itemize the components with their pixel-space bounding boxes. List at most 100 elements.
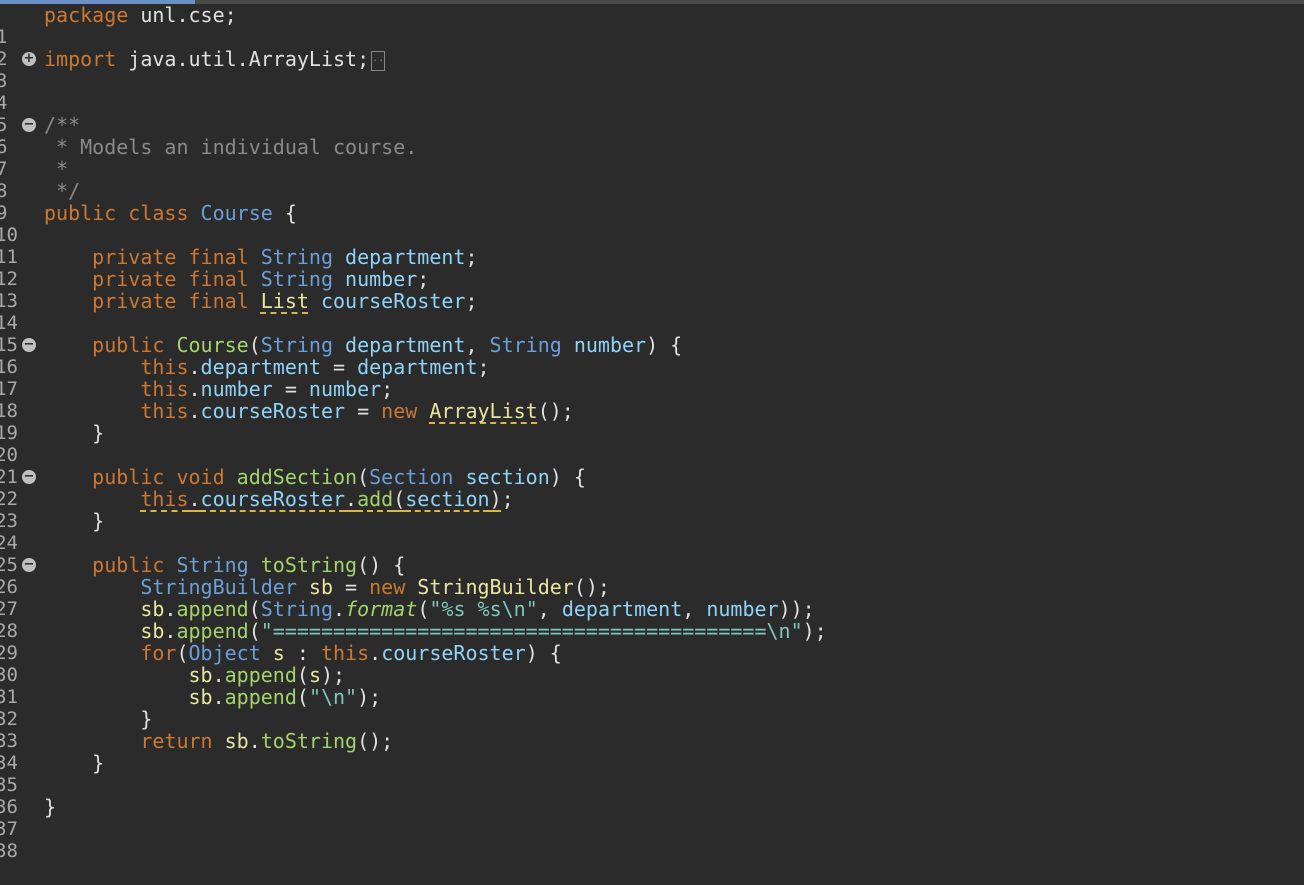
- code-line-8[interactable]: 8 *: [0, 157, 1304, 202]
- code-text: ;: [477, 355, 490, 379]
- collapse-fold-icon[interactable]: −: [22, 118, 36, 132]
- code-line-4[interactable]: 4: [0, 70, 1304, 114]
- code-text: {: [272, 201, 297, 225]
- field-token: courseRoster: [200, 487, 346, 511]
- keyword-token: private final: [44, 289, 261, 313]
- class-name-token: Course: [200, 201, 273, 225]
- code-line-21[interactable]: 21: [0, 444, 1304, 488]
- keyword-token: private final: [44, 245, 261, 269]
- code-line-38[interactable]: 38: [0, 818, 1304, 862]
- code-line-15[interactable]: 15: [0, 312, 1304, 356]
- code-text: .: [212, 685, 225, 709]
- field-token: courseRoster: [381, 641, 526, 665]
- code-text: (: [357, 465, 370, 489]
- code-line-20[interactable]: 20 }: [0, 422, 1304, 466]
- keyword-token: public: [44, 553, 177, 577]
- code-line-29[interactable]: 29 sb.append("==========================…: [0, 619, 1304, 664]
- code-line-25[interactable]: 25: [0, 532, 1304, 576]
- warning-statement[interactable]: this.courseRoster.add(section): [140, 487, 501, 511]
- field-token: department: [333, 245, 466, 269]
- code-line-35[interactable]: 35 }: [0, 751, 1304, 796]
- function-name-token: append: [224, 663, 297, 687]
- keyword-token: public class: [44, 201, 201, 225]
- function-name-token: toString: [260, 729, 358, 753]
- keyword-token: private final: [44, 267, 261, 291]
- code-text: unl.cse;: [128, 3, 237, 27]
- code-line-12[interactable]: 12 private final String department;: [0, 245, 1304, 290]
- type-token: String: [260, 333, 333, 357]
- collapsed-imports-box[interactable]: ..: [371, 50, 386, 71]
- code-line-9[interactable]: 9 */: [0, 180, 1304, 224]
- code-text: );: [357, 685, 382, 709]
- code-line-7[interactable]: 7 * Models an individual course.: [0, 135, 1304, 180]
- code-text: ,: [682, 597, 707, 621]
- code-line-17[interactable]: 17 this.department = department;: [0, 355, 1304, 400]
- code-text: =: [345, 399, 382, 423]
- code-line-23[interactable]: 23 this.courseRoster.add(section);: [0, 487, 1304, 532]
- variable-token: sb: [140, 597, 165, 621]
- code-line-37[interactable]: 37 }: [0, 796, 1304, 840]
- code-line-26[interactable]: 26 − public String toString() {: [0, 553, 1304, 598]
- type-token: Section: [369, 465, 454, 489]
- code-line-18[interactable]: 18 this.number = number;: [0, 378, 1304, 422]
- code-line-31[interactable]: 31 sb.append(s);: [0, 663, 1304, 708]
- param-token: section: [405, 487, 490, 511]
- code-text: () {: [357, 553, 406, 577]
- code-line-11[interactable]: 11: [0, 224, 1304, 268]
- code-text: ): [489, 487, 502, 511]
- static-method-token: format: [345, 597, 418, 621]
- code-text: ,: [465, 333, 490, 357]
- variable-token: sb: [188, 663, 213, 687]
- code-line-2[interactable]: 2: [0, 26, 1304, 70]
- code-line-30[interactable]: 30 for(Object s : this.courseRoster) {: [0, 641, 1304, 686]
- code-line-10[interactable]: 10 public class Course {: [0, 201, 1304, 246]
- code-text: (: [248, 597, 261, 621]
- code-line-32[interactable]: 32 sb.append("\n");: [0, 685, 1304, 730]
- comment-token: * Models an individual course.: [44, 135, 418, 159]
- code-editor[interactable]: 1 package unl.cse; 2 3 + import java.uti…: [0, 3, 1304, 862]
- keyword-token: this: [44, 355, 189, 379]
- collapse-fold-icon[interactable]: −: [22, 338, 36, 352]
- code-line-1[interactable]: 1 package unl.cse;: [0, 3, 1304, 48]
- code-line-27[interactable]: 27 StringBuilder sb = new StringBuilder(…: [0, 575, 1304, 620]
- code-text: (: [393, 487, 406, 511]
- code-line-6[interactable]: 6 − /**: [0, 114, 1304, 158]
- field-token: number: [706, 597, 779, 621]
- field-token: number: [333, 267, 418, 291]
- field-token: courseRoster: [308, 289, 466, 313]
- keyword-token: public: [44, 333, 177, 357]
- code-line-36[interactable]: 36: [0, 774, 1304, 818]
- collapse-fold-icon[interactable]: −: [22, 470, 36, 484]
- code-text: }: [44, 751, 105, 775]
- code-line-14[interactable]: 14 private final List courseRoster;: [0, 289, 1304, 334]
- code-line-13[interactable]: 13 private final String number;: [0, 267, 1304, 312]
- code-line-3[interactable]: 3 + import java.util.ArrayList;..: [0, 48, 1304, 92]
- code-line-5[interactable]: 5: [0, 92, 1304, 136]
- code-text: (: [248, 333, 261, 357]
- code-line-22[interactable]: 22 − public void addSection(Section sect…: [0, 465, 1304, 510]
- comment-token: *: [44, 157, 69, 181]
- code-text: .: [212, 663, 225, 687]
- expand-fold-icon[interactable]: +: [22, 52, 36, 66]
- string-literal-token: "%s %s\n": [429, 597, 538, 621]
- warning-class-token[interactable]: ArrayList: [429, 399, 537, 423]
- code-line-19[interactable]: 19 this.courseRoster = new ArrayList();: [0, 399, 1304, 444]
- keyword-token: public void: [44, 465, 237, 489]
- variable-token: s: [260, 641, 285, 665]
- type-token: String: [260, 597, 334, 621]
- code-line-16[interactable]: 16 − public Course(String department, St…: [0, 333, 1304, 378]
- type-token: String: [489, 333, 562, 357]
- code-text: .: [188, 355, 201, 379]
- code-line-24[interactable]: 24 }: [0, 510, 1304, 554]
- code-line-34[interactable]: 34 return sb.toString();: [0, 729, 1304, 774]
- code-line-33[interactable]: 33 }: [0, 708, 1304, 752]
- code-text: (: [296, 663, 309, 687]
- warning-type-token[interactable]: List: [261, 289, 309, 313]
- code-line-28[interactable]: 28 sb.append(String.format("%s %s\n", de…: [0, 597, 1304, 642]
- collapse-fold-icon[interactable]: −: [22, 558, 36, 572]
- function-name-token: Course: [176, 333, 249, 357]
